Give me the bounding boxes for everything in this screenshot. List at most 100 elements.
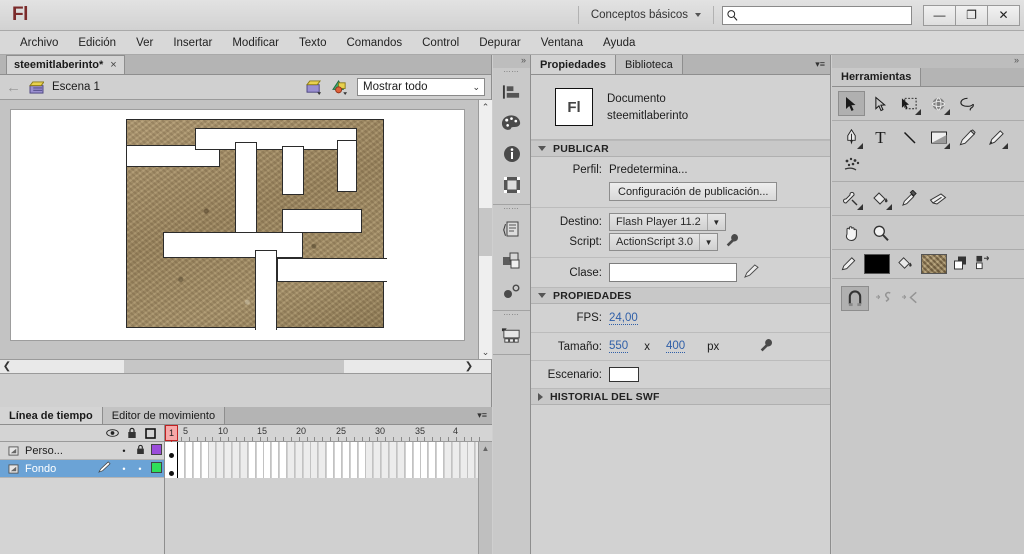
frame-cell[interactable]: [342, 460, 350, 478]
frame-cell[interactable]: [444, 442, 452, 460]
layer-color-swatch[interactable]: [148, 462, 164, 475]
frame-cell[interactable]: [366, 460, 374, 478]
close-icon[interactable]: ×: [110, 59, 116, 71]
frame-cell[interactable]: [382, 460, 390, 478]
free-transform-tool[interactable]: [896, 91, 923, 116]
playhead[interactable]: 1: [165, 425, 178, 441]
frame-cell[interactable]: [272, 460, 280, 478]
frame-cell[interactable]: [193, 460, 201, 478]
pencil-icon[interactable]: [841, 255, 857, 274]
tools-collapse-button[interactable]: »: [832, 55, 1024, 68]
align-panel-icon[interactable]: [493, 76, 530, 107]
paint-bucket-icon[interactable]: [897, 255, 914, 274]
lasso-tool[interactable]: [954, 91, 981, 116]
frame-ruler[interactable]: 5 10 15 20 25 30 35 4 1: [165, 425, 492, 442]
text-tool[interactable]: T: [867, 125, 894, 150]
menu-ventana[interactable]: Ventana: [531, 34, 593, 52]
workspace-switcher[interactable]: Conceptos básicos: [587, 6, 705, 24]
menu-comandos[interactable]: Comandos: [337, 34, 413, 52]
section-header-propiedades[interactable]: PROPIEDADES: [531, 287, 830, 304]
rail-grip[interactable]: ⋯⋯: [493, 205, 530, 213]
rail-grip[interactable]: ⋯⋯: [493, 311, 530, 319]
frame-cell[interactable]: [225, 442, 233, 460]
motion-presets-icon[interactable]: [493, 275, 530, 306]
menu-ver[interactable]: Ver: [126, 34, 163, 52]
frame-cell[interactable]: [185, 442, 193, 460]
frame-cell[interactable]: [389, 442, 397, 460]
tab-propiedades[interactable]: Propiedades: [531, 55, 617, 74]
zoom-tool[interactable]: [867, 220, 894, 245]
menu-control[interactable]: Control: [412, 34, 469, 52]
smooth-option-icon[interactable]: [875, 289, 895, 309]
swap-colors-icon[interactable]: [976, 255, 992, 273]
frame-cell[interactable]: [421, 460, 429, 478]
code-snippets-icon[interactable]: ⟨: [493, 213, 530, 244]
frame-cell[interactable]: [311, 460, 319, 478]
frame-cell[interactable]: [429, 442, 437, 460]
menu-modificar[interactable]: Modificar: [222, 34, 289, 52]
frame-cell[interactable]: [264, 460, 272, 478]
hand-tool[interactable]: [838, 220, 865, 245]
layer-visibility-dot[interactable]: •: [116, 464, 132, 474]
document-tab-steemitlaberinto[interactable]: steemitlaberinto* ×: [6, 55, 125, 74]
deco-tool[interactable]: [838, 152, 865, 177]
search-box[interactable]: [722, 5, 912, 25]
3d-rotation-tool[interactable]: [925, 91, 952, 116]
back-arrow-icon[interactable]: ←: [6, 80, 21, 95]
eyedropper-tool[interactable]: [896, 186, 923, 211]
snap-to-objects-toggle[interactable]: [841, 286, 869, 311]
fill-color-swatch[interactable]: [921, 254, 947, 274]
scroll-thumb-vertical[interactable]: [479, 208, 492, 256]
frame-cell[interactable]: [201, 460, 209, 478]
frame-cell[interactable]: [374, 460, 382, 478]
frame-cell[interactable]: [287, 442, 295, 460]
menu-texto[interactable]: Texto: [289, 34, 337, 52]
canvas-vertical-scrollbar[interactable]: ⌃ ⌄: [478, 100, 492, 359]
frame-cell[interactable]: [256, 442, 264, 460]
frame-cell[interactable]: [217, 442, 225, 460]
components-icon[interactable]: [493, 244, 530, 275]
eraser-tool[interactable]: [925, 186, 952, 211]
tab-biblioteca[interactable]: Biblioteca: [616, 55, 683, 74]
canvas-horizontal-scrollbar[interactable]: ❮ ❯: [0, 359, 491, 374]
info-icon[interactable]: [493, 138, 530, 169]
frame-cell[interactable]: [232, 442, 240, 460]
menu-ayuda[interactable]: Ayuda: [593, 34, 645, 52]
eye-icon[interactable]: [106, 428, 119, 438]
frame-cell[interactable]: [397, 442, 405, 460]
frame-cell[interactable]: [452, 460, 460, 478]
scroll-up-icon[interactable]: ▲: [479, 442, 492, 455]
publish-settings-button[interactable]: Configuración de publicación...: [609, 182, 778, 201]
rectangle-tool[interactable]: [925, 125, 952, 150]
target-select[interactable]: Flash Player 11.2 ▼: [609, 213, 726, 231]
minimize-button[interactable]: —: [923, 4, 956, 26]
frame-cell[interactable]: [178, 460, 185, 478]
line-tool[interactable]: [896, 125, 923, 150]
frame-cell[interactable]: [240, 460, 248, 478]
layer-color-swatch[interactable]: [148, 444, 164, 457]
wrench-icon[interactable]: [725, 233, 740, 251]
lock-icon[interactable]: [127, 427, 137, 439]
stage-height-value[interactable]: 400: [665, 340, 686, 353]
frame-cell[interactable]: [382, 442, 390, 460]
frame-cell[interactable]: [225, 460, 233, 478]
project-folder-icon[interactable]: [493, 319, 530, 350]
pencil-icon[interactable]: [744, 264, 759, 281]
menu-edicion[interactable]: Edición: [68, 34, 126, 52]
frame-cell[interactable]: [295, 442, 303, 460]
frame-cell[interactable]: [429, 460, 437, 478]
outline-icon[interactable]: [145, 427, 156, 439]
frame-cell[interactable]: [319, 442, 327, 460]
frame-cell[interactable]: [413, 460, 421, 478]
tab-editor-de-movimiento[interactable]: Editor de movimiento: [102, 407, 226, 424]
scroll-up-icon[interactable]: ⌃: [479, 100, 492, 114]
frame-cell[interactable]: [468, 460, 476, 478]
layer-row-persona[interactable]: Perso... •: [0, 442, 164, 460]
frame-cell[interactable]: [232, 460, 240, 478]
stage-color-swatch[interactable]: [609, 367, 639, 382]
search-input[interactable]: [739, 9, 911, 21]
frame-cell[interactable]: [421, 442, 429, 460]
frame-row[interactable]: [165, 442, 492, 460]
frame-cell[interactable]: [295, 460, 303, 478]
panel-menu-icon[interactable]: ▾≡: [815, 59, 825, 70]
